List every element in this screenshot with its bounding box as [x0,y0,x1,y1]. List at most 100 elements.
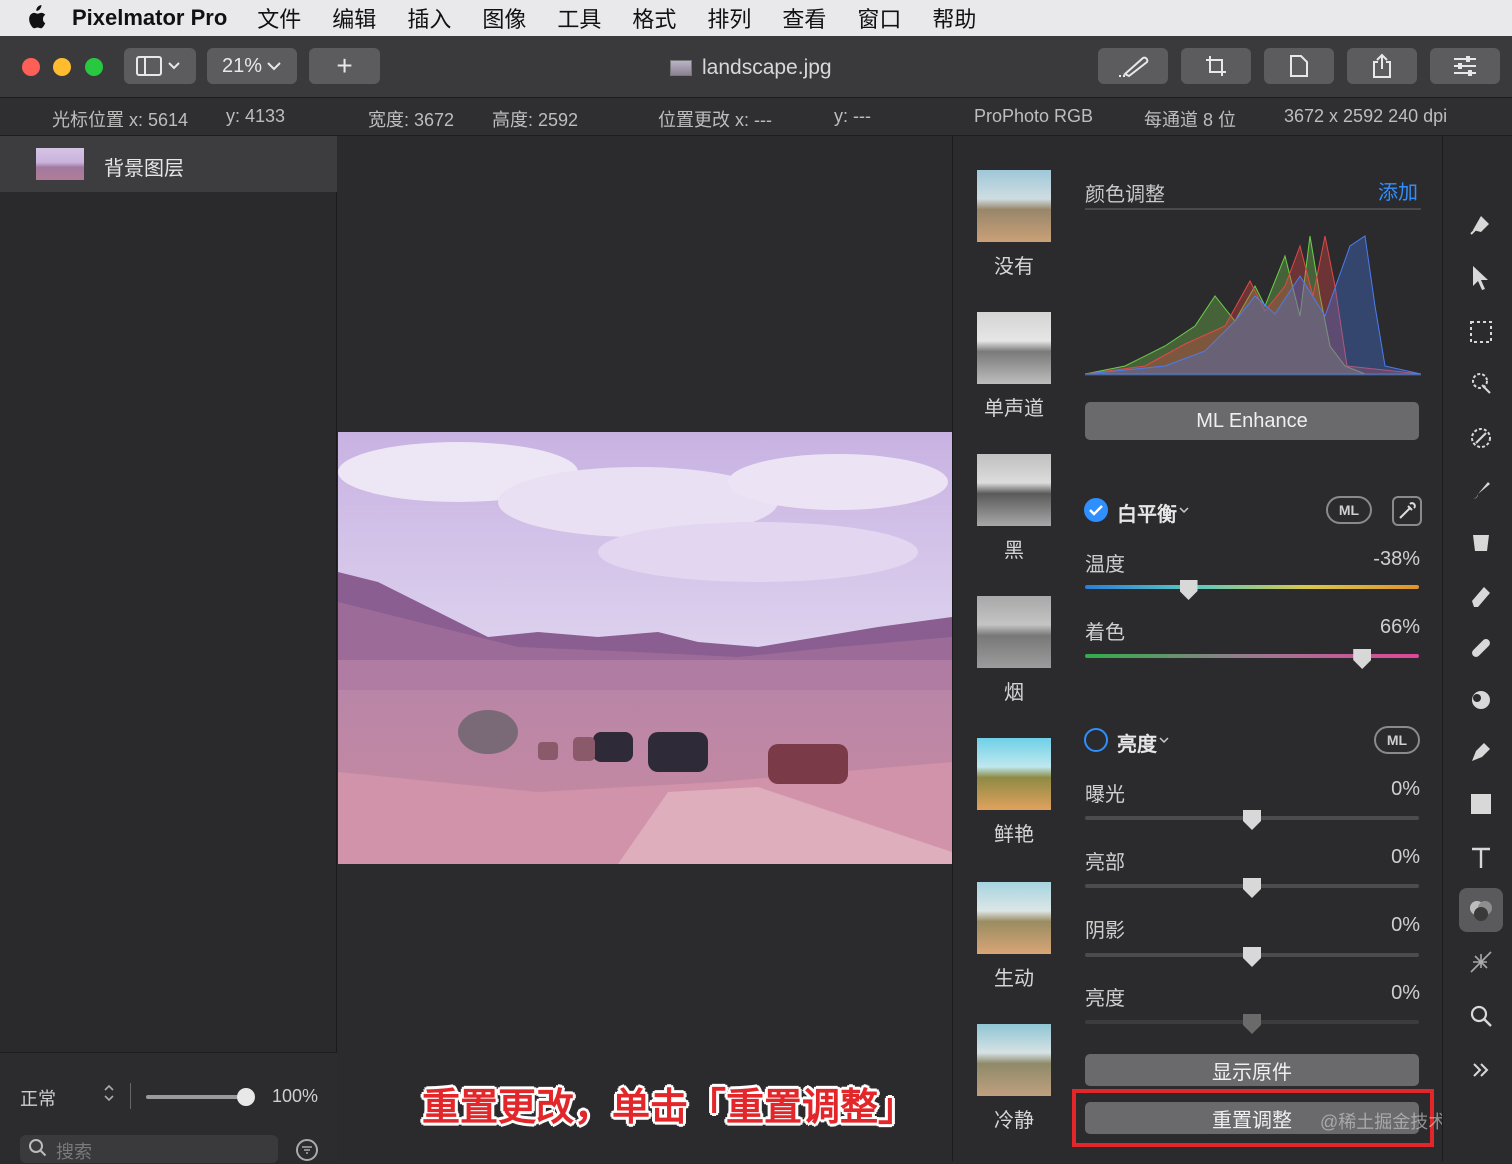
bit-depth: 每通道 8 位 [1144,110,1237,130]
preset-none[interactable]: 没有 [977,170,1051,279]
apple-logo-icon[interactable] [0,5,72,31]
image-file-icon [670,60,692,76]
quick-selection-tool[interactable] [1459,362,1503,406]
shadows-slider-knob[interactable] [1243,947,1261,967]
shadows-value: 0% [1391,914,1420,936]
preset-vivid[interactable]: 生动 [977,882,1051,991]
menu-image[interactable]: 图像 [482,2,526,34]
blend-mode-select[interactable]: 正常 [20,1085,56,1111]
preset-vibrant[interactable]: 鲜艳 [977,738,1051,847]
layer-row[interactable]: 背景图层 [0,136,337,192]
selection-tool[interactable] [1459,310,1503,354]
image-height: 高度: 2592 [492,110,579,130]
adjustments-panel: 颜色调整 添加 ML Enhance 白平衡 ML 温度 -38% 着色 66%… [1072,136,1442,1161]
tutorial-caption: 重置更改，单击「重置调整」 [422,1087,917,1129]
add-button[interactable]: + [309,48,380,84]
retouch-tool[interactable] [1459,626,1503,670]
adjustments-title: 颜色调整 [1085,184,1165,206]
type-tool[interactable] [1459,836,1503,880]
white-balance-ml-button[interactable]: ML [1326,496,1372,524]
zoom-window-button[interactable] [85,58,103,76]
preset-label: 烟 [1004,682,1024,704]
zoom-tool[interactable] [1459,994,1503,1038]
search-icon [28,1138,48,1163]
preset-black[interactable]: 黑 [977,454,1051,563]
lightness-toggle[interactable] [1084,728,1108,752]
distort-icon [1472,691,1490,709]
exposure-slider-knob[interactable] [1243,810,1261,830]
canvas-area[interactable] [338,136,952,1161]
eyedropper-select-icon [1471,428,1491,448]
arrange-tool[interactable] [1459,256,1503,300]
exposure-value: 0% [1391,778,1420,800]
info-bar: 光标位置 x: 5614 y: 4133 宽度: 3672 高度: 2592 位… [0,98,1512,136]
more-tools-button[interactable] [1459,1048,1503,1092]
lightness-title[interactable]: 亮度 [1117,728,1157,757]
menu-arrange[interactable]: 排列 [707,2,751,34]
shape-tool[interactable] [1459,782,1503,826]
opacity-slider[interactable] [146,1095,246,1099]
preset-smoke[interactable]: 烟 [977,596,1051,705]
erase-tool[interactable] [1459,574,1503,618]
menu-help[interactable]: 帮助 [932,2,976,34]
opacity-value: 100% [272,1086,319,1106]
highlights-label: 亮部 [1085,852,1125,874]
ml-enhance-button[interactable]: ML Enhance [1085,402,1419,440]
lightness-ml-button[interactable]: ML [1374,726,1420,754]
color-select-tool[interactable] [1459,416,1503,460]
style-tool[interactable] [1459,202,1503,246]
paintbrush-icon [1472,482,1490,499]
layer-search-input[interactable]: 搜索 [20,1135,278,1163]
menu-insert[interactable]: 插入 [407,2,451,34]
preset-thumbnail [977,312,1051,384]
menu-file[interactable]: 文件 [257,2,301,34]
paint-tool[interactable] [1459,468,1503,512]
tint-slider-knob[interactable] [1353,649,1372,669]
share-button[interactable] [1347,48,1417,84]
filter-icon[interactable] [296,1139,318,1161]
crop-button[interactable] [1181,48,1251,84]
highlights-value: 0% [1391,846,1420,868]
updown-chevron-icon[interactable] [102,1083,116,1108]
landscape-image[interactable] [338,432,952,864]
opacity-slider-knob[interactable] [237,1088,255,1106]
chevron-down-icon[interactable] [1178,504,1190,516]
show-original-button[interactable]: 显示原件 [1085,1054,1419,1086]
effects-tool[interactable] [1459,940,1503,984]
brightness-slider-knob[interactable] [1243,1014,1261,1034]
temperature-slider-knob[interactable] [1179,580,1198,600]
preset-mono[interactable]: 单声道 [977,312,1051,421]
eyedropper-button[interactable] [1392,496,1422,526]
app-menu[interactable]: Pixelmator Pro [72,5,227,31]
preset-thumbnail [977,882,1051,954]
close-window-button[interactable] [22,58,40,76]
highlights-slider-knob[interactable] [1243,878,1261,898]
temperature-slider[interactable] [1085,585,1419,589]
white-balance-toggle[interactable] [1084,498,1108,522]
menu-format[interactable]: 格式 [632,2,676,34]
menu-window[interactable]: 窗口 [857,2,901,34]
zoom-dropdown[interactable]: 21% [207,48,297,84]
preset-label: 没有 [994,256,1034,278]
magnifier-icon [1470,1005,1492,1027]
menu-edit[interactable]: 编辑 [332,2,376,34]
fill-tool[interactable] [1459,520,1503,564]
format-button[interactable] [1264,48,1334,84]
style-tools-button[interactable] [1098,48,1168,84]
sidebar-toggle-button[interactable] [124,48,196,84]
color-adjust-tool[interactable] [1459,888,1503,932]
sidebar-icon [136,56,180,76]
adjustments-button[interactable] [1430,48,1500,84]
distort-tool[interactable] [1459,678,1503,722]
image-width: 宽度: 3672 [368,110,455,130]
preset-calm[interactable]: 冷静 [977,1024,1051,1133]
add-adjustment-button[interactable]: 添加 [1378,176,1418,205]
menu-view[interactable]: 查看 [782,2,826,34]
pen-tool[interactable] [1459,730,1503,774]
minimize-window-button[interactable] [53,58,71,76]
arrow-cursor-icon [1473,266,1488,290]
layer-thumbnail [36,148,84,180]
menu-tools[interactable]: 工具 [557,2,601,34]
white-balance-title[interactable]: 白平衡 [1117,498,1177,527]
chevron-down-icon[interactable] [1158,734,1170,746]
